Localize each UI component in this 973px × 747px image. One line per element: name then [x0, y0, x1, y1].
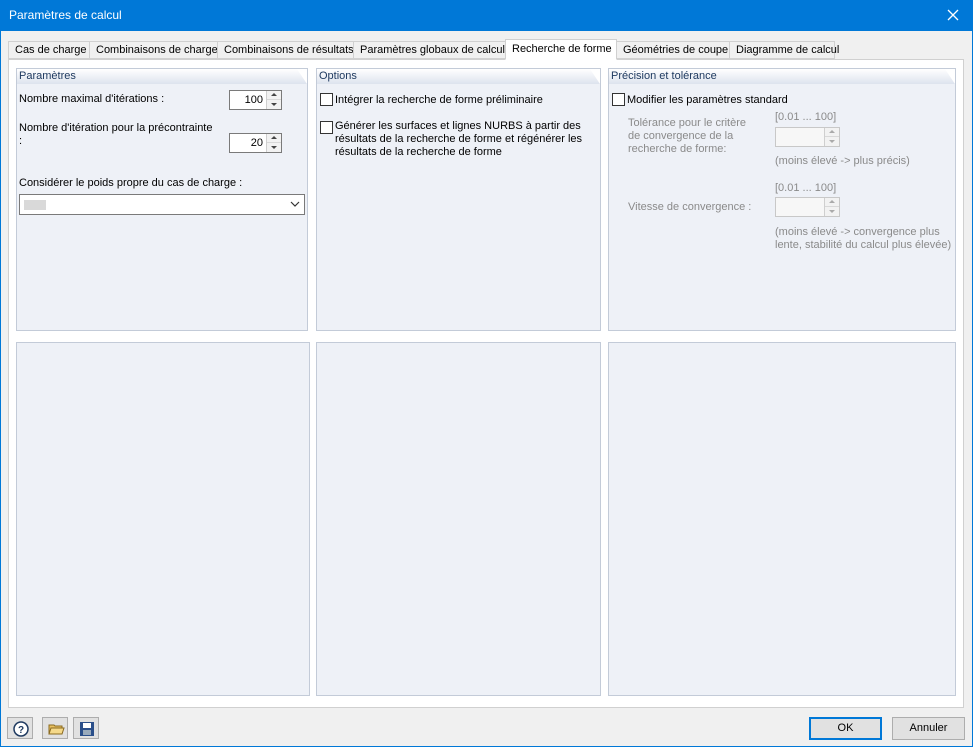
spin-down-button[interactable]	[267, 100, 281, 109]
tab-geometries-de-coupe[interactable]: Géométries de coupe	[616, 41, 730, 59]
generate-nurbs-label: Générer les surfaces et lignes NURBS à p…	[335, 120, 583, 158]
svg-text:?: ?	[18, 725, 24, 736]
tolerance-hint: (moins élevé -> plus précis)	[775, 155, 910, 167]
tab-content: Paramètres Nombre maximal d'itérations :…	[8, 59, 964, 708]
self-weight-label: Considérer le poids propre du cas de cha…	[19, 177, 243, 189]
empty-panel-left	[16, 342, 310, 696]
empty-panel-right	[608, 342, 956, 696]
spin-down-button[interactable]	[825, 207, 839, 216]
max-iterations-spinner[interactable]: 100	[229, 90, 282, 110]
modify-standard-label: Modifier les paramètres standard	[627, 94, 788, 106]
load-case-swatch	[24, 200, 46, 210]
panel-header: Précision et tolérance	[609, 69, 955, 84]
spin-down-button[interactable]	[267, 143, 281, 152]
generate-nurbs-checkbox[interactable]	[320, 121, 333, 134]
open-button[interactable]	[42, 717, 68, 739]
tab-recherche-de-forme[interactable]: Recherche de forme	[505, 39, 617, 60]
integrate-label: Intégrer la recherche de forme prélimina…	[335, 94, 543, 106]
chevron-down-icon	[290, 201, 300, 207]
tab-parametres-globaux[interactable]: Paramètres globaux de calcul	[353, 41, 506, 59]
tab-combinaisons-de-resultats[interactable]: Combinaisons de résultats	[217, 41, 354, 59]
prestress-iterations-spinner[interactable]: 20	[229, 133, 282, 153]
spinner-value: 100	[244, 94, 263, 106]
modify-standard-checkbox[interactable]	[612, 93, 625, 106]
tab-diagramme-de-calcul[interactable]: Diagramme de calcul	[729, 41, 839, 59]
save-icon	[80, 722, 94, 736]
speed-label: Vitesse de convergence :	[628, 201, 752, 213]
panel-header: Options	[317, 69, 600, 84]
cancel-button[interactable]: Annuler	[892, 717, 965, 740]
tolerance-label: Tolérance pour le critère de convergence…	[628, 117, 747, 155]
spin-up-button[interactable]	[267, 91, 281, 100]
tab-combinaisons-de-charge[interactable]: Combinaisons de charge	[89, 41, 218, 59]
precision-panel: Précision et tolérance Modifier les para…	[608, 68, 956, 331]
help-icon: ?	[13, 721, 29, 737]
panel-title: Précision et tolérance	[611, 70, 717, 82]
prestress-iterations-label: Nombre d'itération pour la précontrainte…	[19, 122, 213, 147]
title-bar: Paramètres de calcul	[0, 0, 973, 31]
panel-title: Options	[319, 70, 357, 82]
speed-hint: (moins élevé -> convergence plus lente, …	[775, 226, 952, 251]
spin-up-button[interactable]	[267, 134, 281, 143]
speed-spinner[interactable]	[775, 197, 840, 217]
spin-down-button[interactable]	[825, 137, 839, 146]
close-icon	[947, 9, 959, 21]
tolerance-spinner[interactable]	[775, 127, 840, 147]
options-panel: Options Intégrer la recherche de forme p…	[316, 68, 601, 331]
spinner-value: 20	[250, 137, 263, 149]
parametres-panel: Paramètres Nombre maximal d'itérations :…	[16, 68, 308, 331]
save-button[interactable]	[73, 717, 99, 739]
spin-up-button[interactable]	[825, 128, 839, 137]
self-weight-select[interactable]	[19, 194, 305, 215]
max-iterations-label: Nombre maximal d'itérations :	[19, 93, 165, 105]
panel-title: Paramètres	[19, 70, 76, 82]
empty-panel-middle	[316, 342, 601, 696]
integrate-checkbox[interactable]	[320, 93, 333, 106]
tolerance-range: [0.01 ... 100]	[775, 111, 837, 123]
speed-range: [0.01 ... 100]	[775, 182, 837, 194]
open-folder-icon	[48, 724, 65, 735]
close-button[interactable]	[933, 0, 973, 31]
tab-cas-de-charge[interactable]: Cas de charge	[8, 41, 90, 59]
spin-up-button[interactable]	[825, 198, 839, 207]
window-title: Paramètres de calcul	[9, 8, 122, 22]
help-button[interactable]: ?	[7, 717, 33, 739]
ok-button[interactable]: OK	[809, 717, 882, 740]
panel-header: Paramètres	[17, 69, 307, 84]
